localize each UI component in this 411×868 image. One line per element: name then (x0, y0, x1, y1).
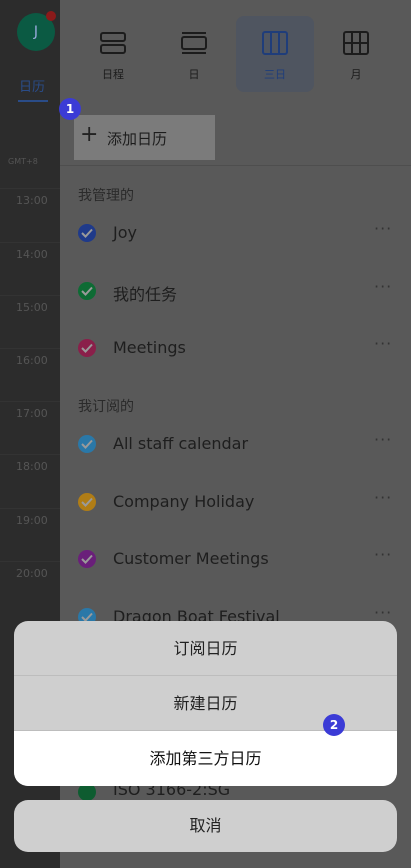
annotation-badge-1: 1 (59, 98, 81, 120)
hour-gridline (0, 348, 60, 349)
calendar-name: All staff calendar (113, 434, 249, 453)
tab-underline (18, 100, 48, 102)
timezone-label: GMT+8 (8, 157, 38, 166)
add-calendar-button[interactable]: + 添加日历 (74, 115, 215, 160)
notification-dot (46, 11, 56, 21)
tab-calendar[interactable]: 日历 (19, 76, 45, 95)
calendar-row-partial[interactable]: ISO 3166-2:SG (60, 786, 411, 800)
view-label-day: 日 (188, 68, 200, 81)
hour-label: 14:00 (16, 248, 48, 261)
view-three-day-button[interactable]: 三日 (236, 16, 314, 92)
view-schedule-button[interactable]: 日程 (74, 16, 152, 92)
calendar-row[interactable]: Meetings ··· (60, 329, 411, 369)
check-icon[interactable] (78, 550, 96, 568)
calendar-name: 我的任务 (113, 284, 178, 304)
cancel-button[interactable]: 取消 (14, 800, 397, 852)
calendar-row[interactable]: 我的任务 ··· (60, 272, 411, 312)
more-options-icon[interactable]: ··· (374, 219, 392, 238)
section-title-managed: 我管理的 (78, 188, 134, 204)
subscribe-calendar-option[interactable]: 订阅日历 (14, 621, 397, 676)
calendar-row[interactable]: Customer Meetings ··· (60, 540, 411, 580)
hour-gridline (0, 401, 60, 402)
calendar-name: Customer Meetings (113, 549, 269, 568)
check-icon[interactable] (78, 492, 96, 511)
schedule-list-icon (100, 32, 126, 54)
check-icon[interactable] (78, 435, 96, 453)
view-label-schedule: 日程 (102, 68, 124, 81)
calendar-name: Joy (113, 223, 137, 242)
calendar-row[interactable]: Company Holiday ··· (60, 483, 411, 523)
day-view-icon (181, 32, 207, 54)
plus-icon: + (80, 122, 99, 147)
month-grid-icon (343, 31, 369, 55)
hour-label: 15:00 (16, 301, 48, 314)
hour-gridline (0, 454, 60, 455)
calendar-name: Meetings (113, 338, 186, 357)
hour-label: 16:00 (16, 354, 48, 367)
view-switcher: 日程 日 三日 月 (60, 0, 411, 108)
more-options-icon[interactable]: ··· (374, 334, 392, 353)
check-icon[interactable] (78, 281, 96, 300)
divider (60, 165, 411, 166)
view-label-month: 月 (350, 68, 362, 81)
calendar-name: Company Holiday (113, 491, 255, 511)
check-icon (78, 786, 96, 800)
view-day-button[interactable]: 日 (155, 16, 233, 92)
action-sheet: 订阅日历 新建日历 添加第三方日历 (14, 621, 397, 786)
more-options-icon[interactable]: ··· (374, 545, 392, 564)
hour-label: 19:00 (16, 514, 48, 527)
hour-gridline (0, 188, 60, 189)
more-options-icon[interactable]: ··· (374, 603, 392, 622)
add-third-party-calendar-option[interactable]: 添加第三方日历 (14, 731, 397, 786)
more-options-icon[interactable]: ··· (374, 488, 392, 507)
more-options-icon[interactable]: ··· (374, 277, 392, 296)
add-calendar-label: 添加日历 (107, 130, 168, 148)
hour-label: 18:00 (16, 460, 48, 473)
hour-label: 17:00 (16, 407, 48, 420)
hour-gridline (0, 508, 60, 509)
hour-gridline (0, 561, 60, 562)
check-icon[interactable] (78, 339, 96, 357)
section-title-subscribed: 我订阅的 (78, 399, 134, 415)
hour-gridline (0, 295, 60, 296)
calendar-row[interactable]: Joy ··· (60, 214, 411, 254)
hour-label: 13:00 (16, 194, 48, 207)
view-month-button[interactable]: 月 (317, 16, 395, 92)
annotation-badge-2-overlay: 2 (323, 714, 345, 736)
three-day-view-icon (262, 31, 288, 55)
check-icon[interactable] (78, 224, 96, 242)
more-options-icon[interactable]: ··· (374, 430, 392, 449)
calendar-name: ISO 3166-2:SG (113, 786, 231, 799)
hour-gridline (0, 242, 60, 243)
calendar-row[interactable]: All staff calendar ··· (60, 425, 411, 465)
view-label-three-day: 三日 (264, 68, 286, 81)
hour-label: 20:00 (16, 567, 48, 580)
